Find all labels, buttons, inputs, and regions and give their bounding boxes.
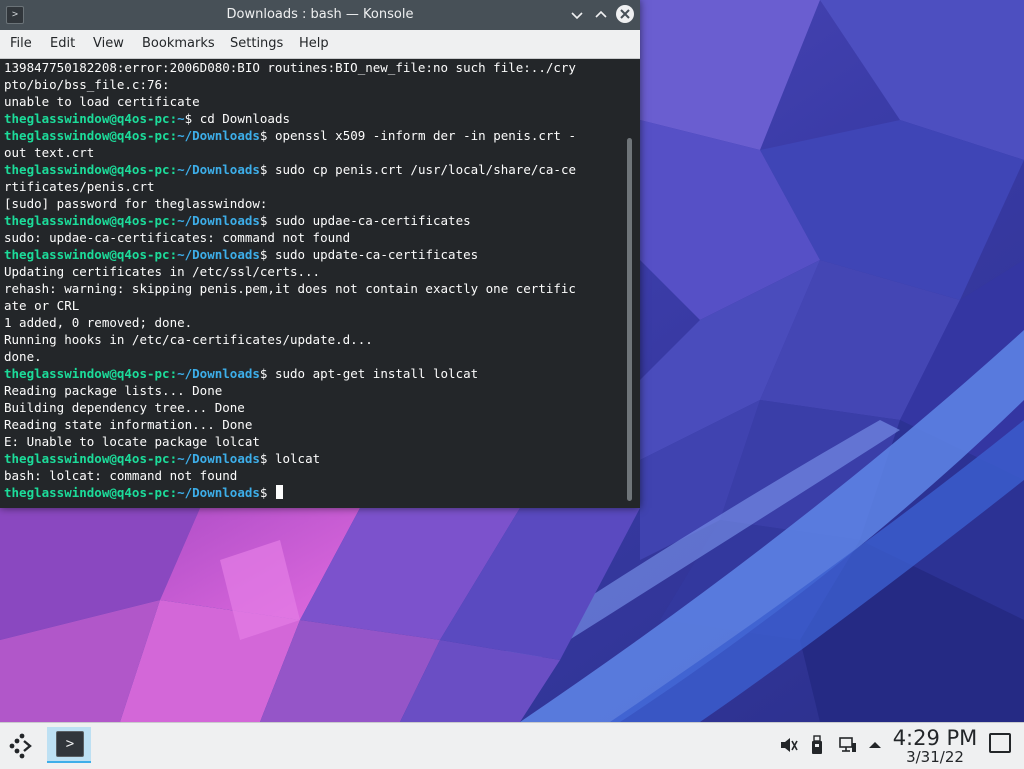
terminal-output-line: E: Unable to locate package lolcat: [4, 434, 260, 449]
prompt-suffix: $: [259, 247, 275, 262]
network-icon[interactable]: [838, 735, 858, 755]
menubar: File Edit View Bookmarks Settings Help: [0, 30, 640, 59]
terminal-icon[interactable]: >: [6, 6, 24, 24]
window-title: Downloads : bash — Konsole: [226, 7, 414, 22]
terminal-output-line: rtificates/penis.crt: [4, 179, 155, 194]
prompt-user-host: theglasswindow@q4os-pc: [4, 128, 170, 143]
terminal-output-line: sudo: updae-ca-certificates: command not…: [4, 230, 351, 245]
prompt-suffix: $: [259, 213, 275, 228]
konsole-icon: >: [56, 731, 84, 757]
terminal-output-line: bash: lolcat: command not found: [4, 468, 238, 483]
menu-bookmarks[interactable]: Bookmarks: [142, 30, 215, 58]
terminal-command-line: theglasswindow@q4os-pc:~/Downloads$ lolc…: [4, 450, 624, 467]
terminal-command-line: theglasswindow@q4os-pc:~/Downloads$ sudo…: [4, 246, 624, 263]
prompt-suffix: $: [259, 366, 275, 381]
command-text: sudo cp penis.crt /usr/local/share/ca-ce: [274, 162, 576, 177]
command-text: openssl x509 -inform der -in penis.crt -: [274, 128, 576, 143]
prompt-separator: :: [169, 451, 178, 466]
terminal-output-line: ate or CRL: [4, 298, 80, 313]
chevron-up-icon: [595, 10, 607, 18]
show-desktop-icon[interactable]: [989, 733, 1011, 753]
prompt-path: ~/Downloads: [177, 451, 260, 466]
terminal-output-line: Updating certificates in /etc/ssl/certs.…: [4, 264, 321, 279]
prompt-suffix: $: [259, 162, 275, 177]
terminal-output-line: Running hooks in /etc/ca-certificates/up…: [4, 332, 373, 347]
prompt-separator: :: [169, 366, 178, 381]
menu-edit[interactable]: Edit: [50, 30, 75, 58]
terminal-output-line: Reading package lists... Done: [4, 383, 223, 398]
expand-tray-icon[interactable]: [868, 735, 882, 755]
prompt-path: ~/Downloads: [177, 213, 260, 228]
terminal-output-line: 139847750182208:error:2006D080:BIO routi…: [4, 60, 576, 75]
window-titlebar[interactable]: > Downloads : bash — Konsole: [0, 0, 640, 30]
prompt-suffix: $: [259, 485, 275, 500]
prompt-user-host: theglasswindow@q4os-pc: [4, 451, 170, 466]
terminal-command-line: theglasswindow@q4os-pc:~/Downloads$ sudo…: [4, 365, 624, 382]
prompt-path: ~/Downloads: [177, 162, 260, 177]
terminal-output[interactable]: 139847750182208:error:2006D080:BIO routi…: [0, 59, 624, 508]
clock-time[interactable]: 4:29 PM: [890, 726, 980, 750]
terminal-output-line: Reading state information... Done: [4, 417, 253, 432]
close-button[interactable]: [616, 5, 634, 23]
terminal-output-line: Building dependency tree... Done: [4, 400, 245, 415]
prompt-separator: :: [169, 162, 178, 177]
command-text: cd Downloads: [199, 111, 291, 126]
menu-help[interactable]: Help: [299, 30, 329, 58]
prompt-user-host: theglasswindow@q4os-pc: [4, 485, 170, 500]
close-icon: [620, 9, 630, 19]
prompt-path: ~: [177, 111, 185, 126]
command-text: sudo apt-get install lolcat: [274, 366, 479, 381]
terminal-output-line: pto/bio/bss_file.c:76:: [4, 77, 170, 92]
terminal-command-line: theglasswindow@q4os-pc:~/Downloads$ sudo…: [4, 212, 624, 229]
command-text: sudo updae-ca-certificates: [274, 213, 471, 228]
prompt-separator: :: [169, 111, 178, 126]
prompt-path: ~/Downloads: [177, 485, 260, 500]
terminal-command-line: theglasswindow@q4os-pc:~/Downloads$ open…: [4, 127, 624, 144]
menu-file[interactable]: File: [10, 30, 32, 58]
prompt-user-host: theglasswindow@q4os-pc: [4, 247, 170, 262]
prompt-separator: :: [169, 213, 178, 228]
prompt-user-host: theglasswindow@q4os-pc: [4, 111, 170, 126]
prompt-user-host: theglasswindow@q4os-pc: [4, 213, 170, 228]
terminal-output-line: [sudo] password for theglasswindow:: [4, 196, 268, 211]
maximize-button[interactable]: [592, 6, 610, 24]
prompt-suffix: $: [259, 128, 275, 143]
prompt-separator: :: [169, 247, 178, 262]
prompt-path: ~/Downloads: [177, 247, 260, 262]
terminal-output-line: 1 added, 0 removed; done.: [4, 315, 193, 330]
usb-drive-icon[interactable]: [810, 735, 824, 755]
terminal-output-line: rehash: warning: skipping penis.pem,it d…: [4, 281, 576, 296]
application-launcher-icon[interactable]: [8, 732, 36, 760]
terminal-command-line: theglasswindow@q4os-pc:~/Downloads$ sudo…: [4, 161, 624, 178]
clock-date[interactable]: 3/31/22: [890, 749, 980, 765]
volume-muted-icon[interactable]: [778, 735, 798, 755]
prompt-suffix: $: [259, 451, 275, 466]
prompt-user-host: theglasswindow@q4os-pc: [4, 162, 170, 177]
menu-settings[interactable]: Settings: [230, 30, 283, 58]
text-cursor: [275, 485, 283, 499]
taskbar-task-konsole[interactable]: >: [47, 727, 91, 763]
menu-view[interactable]: View: [93, 30, 124, 58]
konsole-window[interactable]: > Downloads : bash — Konsole File Edit V…: [0, 0, 640, 508]
command-text: lolcat: [274, 451, 321, 466]
prompt-suffix: $: [184, 111, 200, 126]
terminal-command-line: theglasswindow@q4os-pc:~$ cd Downloads: [4, 110, 624, 127]
chevron-down-icon: [571, 12, 583, 20]
prompt-user-host: theglasswindow@q4os-pc: [4, 366, 170, 381]
prompt-path: ~/Downloads: [177, 128, 260, 143]
terminal-output-line: done.: [4, 349, 42, 364]
terminal-output-line: out text.crt: [4, 145, 95, 160]
minimize-button[interactable]: [568, 6, 586, 24]
prompt-separator: :: [169, 485, 178, 500]
terminal-output-line: unable to load certificate: [4, 94, 200, 109]
prompt-path: ~/Downloads: [177, 366, 260, 381]
terminal-command-line: theglasswindow@q4os-pc:~/Downloads$: [4, 484, 624, 501]
command-text: sudo update-ca-certificates: [274, 247, 479, 262]
scrollbar-thumb[interactable]: [627, 138, 632, 501]
prompt-separator: :: [169, 128, 178, 143]
